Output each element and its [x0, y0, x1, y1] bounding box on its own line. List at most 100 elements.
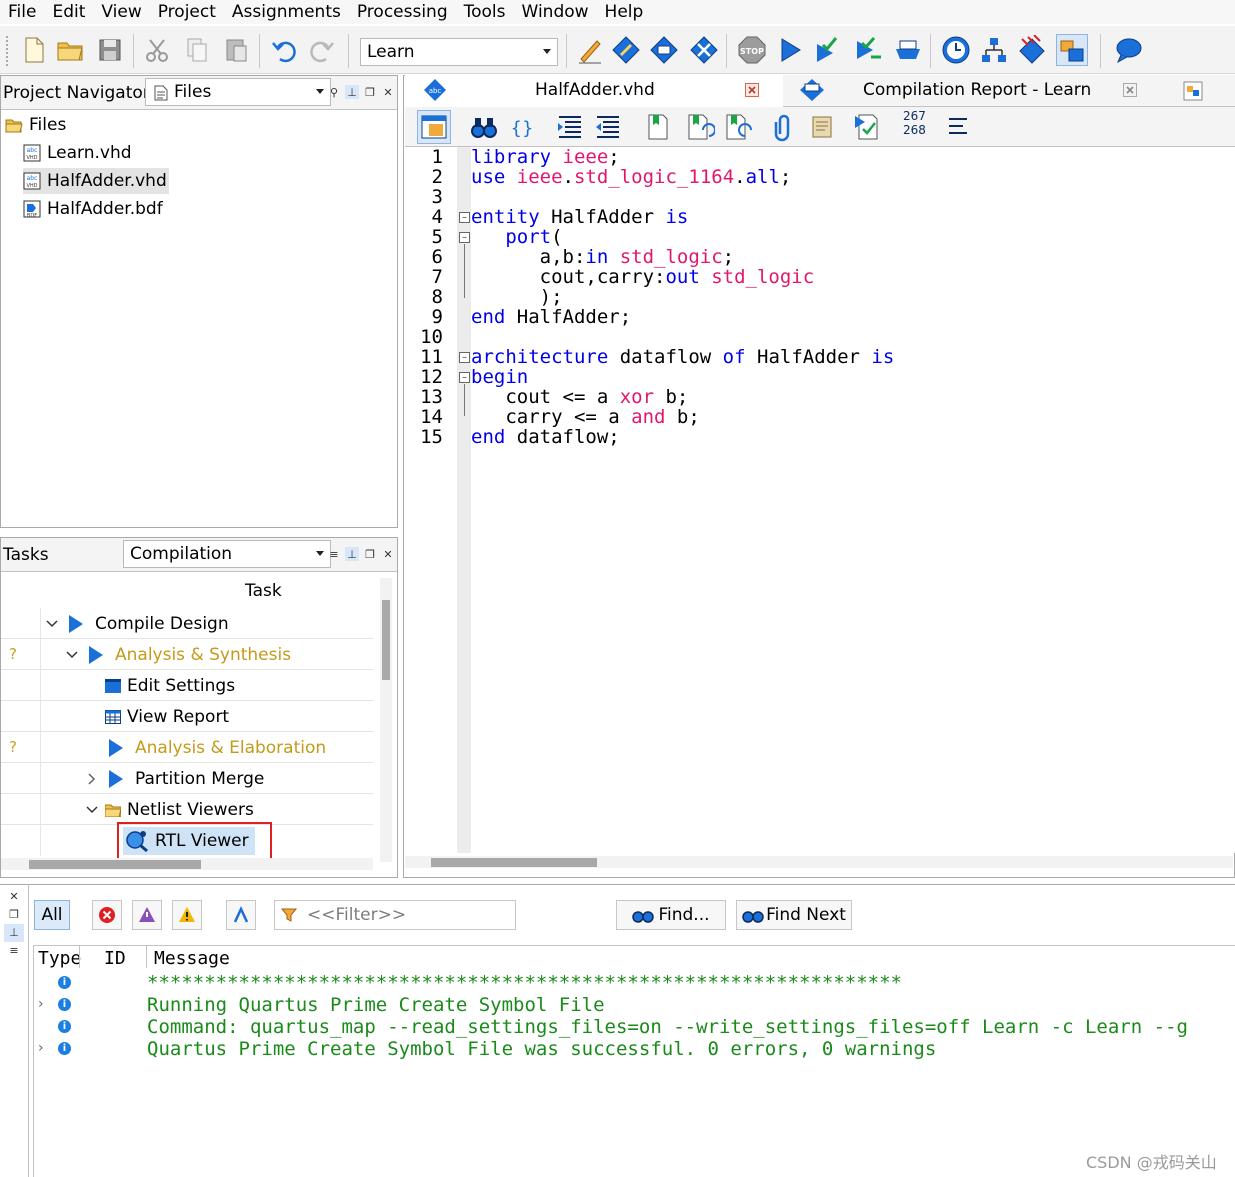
chevron-down-icon[interactable]	[85, 803, 99, 817]
find-next-button[interactable]: Find Next	[736, 900, 852, 930]
assembler-icon[interactable]	[892, 34, 924, 66]
help-bubble-icon[interactable]	[1112, 34, 1144, 66]
pin-planner-icon[interactable]	[574, 34, 606, 66]
message-filter-input[interactable]: <<Filter>>	[274, 900, 516, 930]
menu-lines-icon[interactable]: ≡	[4, 942, 24, 960]
toolbar-grip[interactable]	[6, 36, 10, 66]
file-item-halfadder-bdf[interactable]: BDF HalfAdder.bdf	[23, 196, 163, 222]
save-icon[interactable]	[94, 34, 126, 66]
filter-warnings-button[interactable]	[172, 900, 202, 930]
timing-analyzer-icon[interactable]	[940, 34, 972, 66]
menu-tools[interactable]: Tools	[456, 0, 514, 24]
float-icon[interactable]: ❐	[363, 547, 377, 561]
editor-horizontal-scrollbar[interactable]	[405, 856, 1233, 868]
task-row[interactable]: Partition Merge	[1, 763, 373, 794]
menu-view[interactable]: View	[93, 0, 149, 24]
navigator-view-combo[interactable]: Files	[145, 78, 331, 106]
flow-combo[interactable]: Compilation	[123, 540, 331, 568]
message-text[interactable]: Quartus Prime Create Symbol File was suc…	[147, 1038, 936, 1060]
tab-compilation-report[interactable]: Compilation Report - Learn	[785, 75, 1157, 107]
code-editor[interactable]: library ieee; use ieee.std_logic_1164.all…	[471, 147, 1235, 853]
scroll-thumb[interactable]	[29, 860, 201, 869]
filter-errors-button[interactable]	[92, 900, 122, 930]
platform-designer-icon[interactable]	[1056, 34, 1088, 66]
tab-halfadder-vhd[interactable]: abc HalfAdder.vhd	[405, 75, 783, 107]
chevron-down-icon[interactable]	[65, 648, 79, 662]
task-column-header[interactable]: Task	[1, 573, 373, 603]
filter-critical-warnings-button[interactable]	[132, 900, 162, 930]
menu-window[interactable]: Window	[514, 0, 597, 24]
increase-indent-icon[interactable]	[553, 110, 587, 144]
message-text[interactable]: Running Quartus Prime Create Symbol File	[147, 994, 605, 1016]
task-row[interactable]: ? Analysis & Elaboration	[1, 732, 373, 763]
paste-icon[interactable]	[220, 34, 252, 66]
chevron-down-icon[interactable]	[45, 617, 59, 631]
task-row[interactable]: View Report	[1, 701, 373, 732]
assignment-editor-icon[interactable]	[610, 34, 642, 66]
open-folder-icon[interactable]	[54, 34, 86, 66]
find-binoculars-icon[interactable]	[467, 110, 501, 144]
close-icon[interactable]: ✕	[4, 888, 24, 906]
task-row[interactable]: Edit Settings	[1, 670, 373, 701]
new-file-icon[interactable]	[18, 34, 50, 66]
menu-assignments[interactable]: Assignments	[224, 0, 349, 24]
analysis-icon[interactable]	[810, 34, 842, 66]
chip-planner-icon[interactable]	[648, 34, 680, 66]
tasks-vertical-scrollbar[interactable]	[380, 578, 392, 862]
menu-processing[interactable]: Processing	[349, 0, 456, 24]
file-item-learn[interactable]: abc VHD Learn.vhd	[23, 140, 132, 166]
netlist-viewer-icon[interactable]	[978, 34, 1010, 66]
file-item-halfadder-vhd[interactable]: abc VHD HalfAdder.vhd	[23, 168, 169, 194]
menu-edit[interactable]: Edit	[44, 0, 93, 24]
copy-icon[interactable]	[181, 34, 213, 66]
fold-toggle-icon[interactable]: –	[459, 372, 470, 383]
bookmark-icon[interactable]	[641, 110, 675, 144]
redo-icon[interactable]	[306, 34, 338, 66]
chevron-right-icon[interactable]	[85, 772, 99, 786]
float-icon[interactable]: ❐	[4, 906, 24, 924]
pin-icon[interactable]: ⊥	[345, 85, 359, 99]
toggle-panel-icon[interactable]	[417, 110, 451, 144]
task-row[interactable]: ? Analysis & Synthesis	[1, 639, 373, 670]
programmer-icon[interactable]	[1016, 34, 1048, 66]
menu-lines-icon[interactable]: ≡	[327, 547, 341, 561]
stop-icon[interactable]: STOP	[736, 34, 768, 66]
tab-list-icon[interactable]	[1181, 79, 1205, 103]
close-icon[interactable]: ✕	[381, 547, 395, 561]
menu-project[interactable]: Project	[150, 0, 224, 24]
hierarchy-icon[interactable]	[688, 34, 720, 66]
filter-suppressed-button[interactable]	[226, 900, 256, 930]
message-text[interactable]: ****************************************…	[147, 972, 902, 994]
scroll-thumb[interactable]	[431, 858, 597, 867]
next-bookmark-icon[interactable]	[683, 110, 717, 144]
fold-toggle-icon[interactable]: –	[459, 212, 470, 223]
menu-file[interactable]: File	[0, 0, 44, 24]
compile-play-icon[interactable]	[774, 34, 806, 66]
task-row[interactable]: Netlist Viewers	[1, 794, 373, 825]
prev-bookmark-icon[interactable]	[721, 110, 755, 144]
fold-toggle-icon[interactable]: –	[459, 232, 470, 243]
project-combo[interactable]: Learn	[360, 38, 558, 66]
filter-all-button[interactable]: All	[34, 900, 70, 930]
tasks-horizontal-scrollbar[interactable]	[1, 858, 373, 870]
braces-icon[interactable]: {}	[505, 110, 539, 144]
pin-icon[interactable]: ⊥	[345, 547, 359, 561]
cut-icon[interactable]	[141, 34, 173, 66]
syntax-check-icon[interactable]	[851, 110, 885, 144]
find-button[interactable]: Find...	[616, 900, 726, 930]
expand-chevron-icon[interactable]: ›	[38, 996, 44, 1012]
decrease-indent-icon[interactable]	[591, 110, 625, 144]
line-list-icon[interactable]	[941, 110, 975, 144]
attach-icon[interactable]	[767, 110, 801, 144]
menu-help[interactable]: Help	[597, 0, 652, 24]
expand-chevron-icon[interactable]: ›	[38, 1040, 44, 1056]
task-row[interactable]: Compile Design	[1, 608, 373, 639]
fold-toggle-icon[interactable]: –	[459, 352, 470, 363]
undo-icon[interactable]	[268, 34, 300, 66]
scroll-thumb[interactable]	[382, 600, 390, 680]
template-scroll-icon[interactable]	[805, 110, 839, 144]
message-text[interactable]: Command: quartus_map --read_settings_fil…	[147, 1016, 1188, 1038]
fitter-icon[interactable]	[852, 34, 884, 66]
close-icon[interactable]: ✕	[381, 85, 395, 99]
pin-icon[interactable]: ⊥	[4, 924, 24, 942]
